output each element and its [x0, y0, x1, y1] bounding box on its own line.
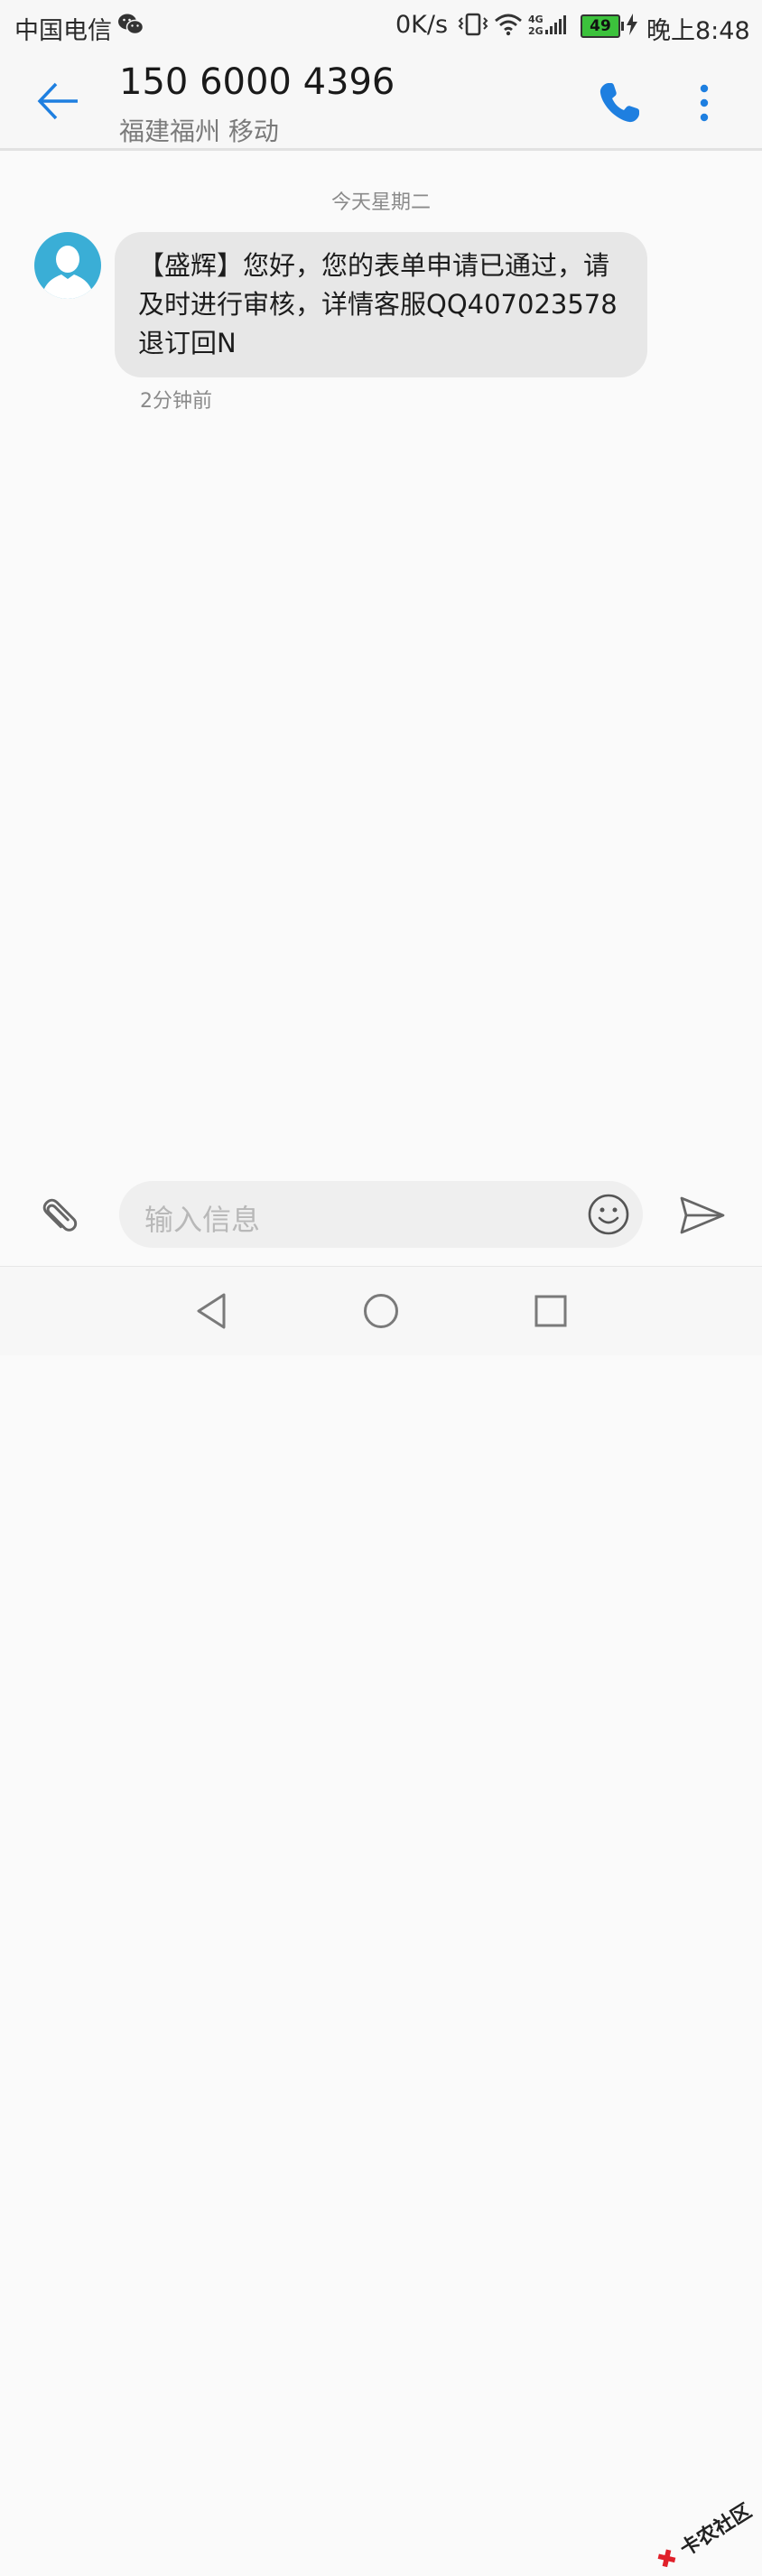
system-nav-bar: ✖ 卡农社区 — [0, 1266, 762, 2576]
watermark-text: 卡农社区 — [676, 2499, 757, 2562]
watermark-x-icon: ✖ — [652, 2543, 683, 2576]
nav-home-button[interactable] — [361, 1290, 401, 1335]
battery-icon: 49 — [581, 14, 624, 38]
back-button[interactable] — [33, 76, 87, 130]
watermark-logo: ✖ 卡农社区 — [651, 2496, 757, 2576]
nav-home-icon — [364, 1294, 398, 1328]
paperclip-icon — [42, 1198, 78, 1232]
wechat-icon — [117, 13, 144, 40]
message-input[interactable]: 输入信息 — [119, 1181, 643, 1248]
svg-text:4G: 4G — [528, 14, 544, 25]
call-button[interactable] — [592, 76, 646, 130]
attach-button[interactable] — [36, 1192, 83, 1239]
clock-label: 晚上8:48 — [646, 17, 750, 45]
status-bar: 中国电信 0K/s 4G 2G 49 晚上8:48 — [0, 0, 762, 52]
message-input-placeholder: 输入信息 — [144, 1203, 261, 1237]
contact-location: 福建福州 移动 — [119, 116, 279, 146]
message-bubble[interactable]: 【盛辉】您好，您的表单申请已通过，请及时进行审核，详情客服QQ407023578… — [115, 232, 647, 377]
nav-back-icon — [197, 1293, 226, 1329]
nav-recent-icon — [534, 1295, 567, 1327]
emoji-icon — [588, 1194, 629, 1235]
charging-icon — [625, 13, 639, 40]
message-timestamp: 2分钟前 — [140, 390, 212, 413]
contact-number: 150 6000 4396 — [119, 61, 395, 103]
nav-recent-button[interactable] — [531, 1290, 571, 1335]
nav-back-button[interactable] — [191, 1290, 231, 1335]
phone-icon — [599, 83, 639, 123]
person-icon — [42, 246, 94, 299]
date-divider: 今天星期二 — [330, 191, 431, 214]
send-button[interactable] — [677, 1192, 728, 1239]
net-speed-label: 0K/s — [395, 11, 449, 39]
more-options-button[interactable] — [686, 76, 722, 130]
wifi-icon — [494, 13, 523, 40]
contact-avatar[interactable] — [34, 232, 101, 299]
vibrate-icon — [457, 13, 489, 40]
conversation-header: 150 6000 4396 福建福州 移动 — [0, 52, 762, 151]
emoji-button[interactable] — [587, 1193, 630, 1236]
svg-text:2G: 2G — [528, 25, 544, 36]
carrier-label: 中国电信 — [14, 17, 112, 45]
back-arrow-icon — [37, 82, 78, 120]
send-icon — [680, 1196, 725, 1234]
more-vert-icon — [700, 84, 709, 122]
signal-icon: 4G 2G — [527, 13, 572, 40]
